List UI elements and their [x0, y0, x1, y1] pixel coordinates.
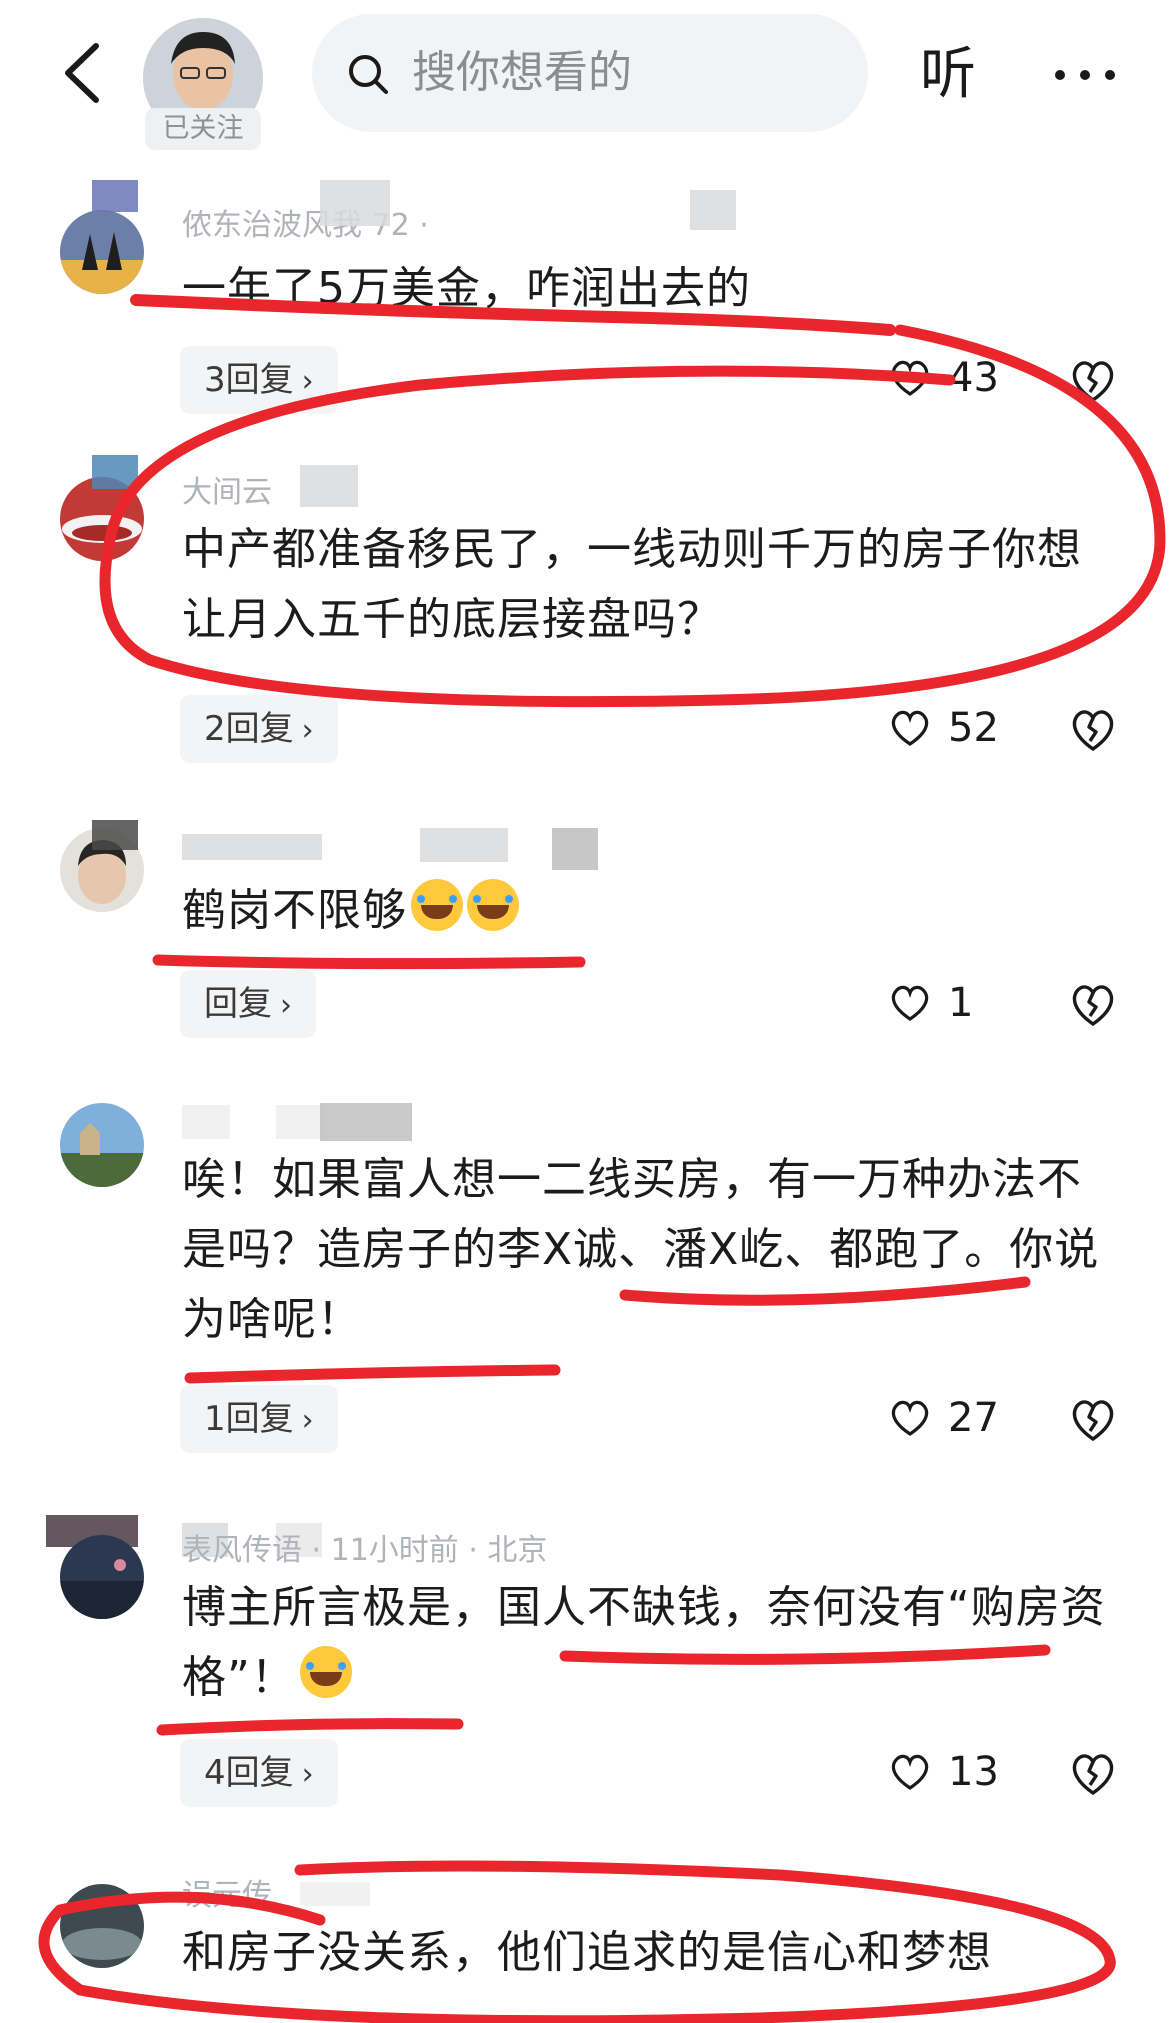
comment-item: 大间云 中产都准备移民了，一线动则千万的房子你想让月入五千的底层接盘吗？ 2回复… — [0, 455, 1170, 775]
commenter-avatar[interactable] — [60, 210, 144, 294]
search-bar[interactable]: 搜你想看的 — [312, 14, 868, 132]
comment-item: 表风传语 · 11小时前 · 北京 博主所言极是，国人不缺钱，奈何没有“购房资格… — [0, 1515, 1170, 1815]
like-count: 27 — [948, 1395, 999, 1441]
chevron-right-icon: › — [301, 713, 314, 748]
laugh-cry-emoji-icon — [467, 879, 519, 931]
comment-item: 鹤岗不限够 回复 › 1 — [0, 820, 1170, 1060]
laugh-cry-emoji-icon — [299, 1646, 352, 1698]
chevron-right-icon: › — [301, 1403, 314, 1438]
reply-button[interactable]: 3回复 › — [180, 346, 338, 414]
commenter-name: 表风传语 · 11小时前 · 北京 — [182, 1533, 548, 1568]
comment-item: 唉！如果富人想一二线买房，有一万种办法不是吗？造房子的李X诚、潘X屹、都跑了。你… — [0, 1095, 1170, 1475]
reply-button[interactable]: 4回复 › — [180, 1739, 338, 1807]
like-button[interactable]: 13 — [888, 1742, 1058, 1802]
reply-button[interactable]: 2回复 › — [180, 695, 338, 763]
heart-icon — [891, 1754, 929, 1790]
broken-heart-icon[interactable] — [1068, 705, 1118, 755]
reply-label: 4回复 — [204, 1753, 294, 1793]
broken-heart-icon[interactable] — [1068, 1749, 1118, 1799]
reply-button[interactable]: 1回复 › — [180, 1385, 338, 1453]
commenter-avatar[interactable] — [60, 1884, 144, 1968]
search-placeholder: 搜你想看的 — [412, 47, 632, 98]
reply-label: 1回复 — [204, 1399, 294, 1439]
ellipsis-icon[interactable] — [1050, 55, 1120, 95]
comment-text-body: 鹤岗不限够 — [182, 885, 407, 936]
comment-text: 中产都准备移民了，一线动则千万的房子你想让月入五千的底层接盘吗？ — [182, 524, 1082, 645]
laugh-cry-emoji-icon — [411, 879, 463, 931]
broken-heart-icon[interactable] — [1068, 356, 1118, 406]
commenter-avatar[interactable] — [60, 477, 144, 561]
like-count: 13 — [948, 1749, 999, 1795]
broken-heart-icon[interactable] — [1068, 1395, 1118, 1445]
reply-label: 回复 — [204, 984, 272, 1024]
comment-text: 鹤岗不限够 — [182, 876, 1122, 946]
comment-text: 和房子没关系，他们追求的是信心和梦想 — [182, 1927, 992, 1978]
search-icon — [349, 55, 388, 94]
heart-icon — [891, 710, 929, 746]
like-count: 52 — [948, 705, 999, 751]
commenter-avatar[interactable] — [60, 1103, 144, 1187]
comment-text: 唉！如果富人想一二线买房，有一万种办法不是吗？造房子的李X诚、潘X屹、都跑了。你… — [182, 1154, 1100, 1345]
author-avatar[interactable]: 已关注 — [143, 18, 263, 150]
commenter-name — [182, 1105, 192, 1145]
reply-label: 2回复 — [204, 709, 294, 749]
like-button[interactable]: 1 — [888, 973, 1058, 1033]
commenter-name: 侬东治波风我 72 · — [182, 208, 429, 243]
reply-button[interactable]: 回复 › — [180, 970, 316, 1038]
heart-icon — [891, 360, 929, 396]
commenter-name: 误元传 — [182, 1878, 272, 1913]
like-button[interactable]: 52 — [888, 698, 1058, 758]
like-count: 1 — [948, 980, 974, 1026]
heart-icon — [891, 1400, 929, 1436]
chevron-left-icon[interactable] — [50, 38, 120, 108]
like-button[interactable]: 27 — [888, 1388, 1058, 1448]
reply-label: 3回复 — [204, 360, 294, 400]
comment-text: 一年了5万美金，咋润出去的 — [182, 263, 751, 314]
comment-text: 博主所言极是，国人不缺钱，奈何没有“购房资格”！ — [182, 1573, 1122, 1713]
like-button[interactable]: 43 — [888, 348, 1058, 408]
commenter-name — [182, 834, 192, 874]
chevron-right-icon: › — [280, 988, 292, 1023]
comment-item: 侬东治波风我 72 · 一年了5万美金，咋润出去的 3回复 › 43 — [0, 180, 1170, 420]
chevron-right-icon: › — [301, 364, 314, 399]
broken-heart-icon[interactable] — [1068, 980, 1118, 1030]
like-count: 43 — [948, 355, 999, 401]
listen-button[interactable]: 听 — [920, 35, 976, 115]
follow-status-badge[interactable]: 已关注 — [145, 108, 261, 150]
chevron-right-icon: › — [301, 1757, 314, 1792]
top-bar: 已关注 搜你想看的 听 — [0, 0, 1170, 150]
heart-icon — [891, 985, 929, 1021]
comment-item: 误元传 和房子没关系，他们追求的是信心和梦想 — [0, 1870, 1170, 2023]
commenter-avatar[interactable] — [60, 1535, 144, 1619]
